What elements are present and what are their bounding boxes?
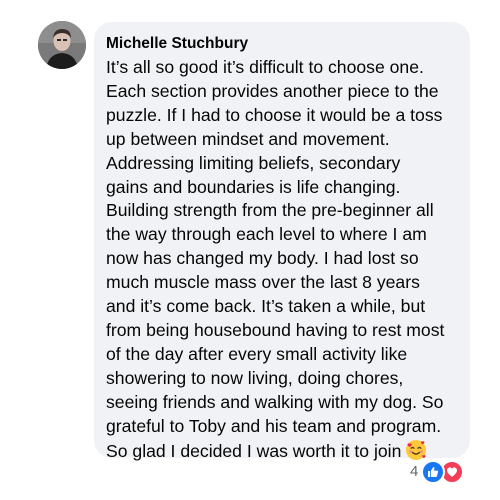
profile-photo [38, 21, 86, 69]
comment-line: much muscle mass over the last 8 years [106, 272, 420, 293]
comment-line-last: So glad I decided I was worth it to join [106, 439, 460, 468]
comment-line: from being housebound having to rest mos… [106, 319, 445, 340]
avatar[interactable] [38, 21, 86, 69]
like-icon [421, 460, 446, 484]
reaction-count[interactable]: 4 [410, 460, 418, 484]
comment-line: and it’s come back. It’s taken a while, … [106, 296, 426, 317]
comment-line: of the day after every small activity li… [106, 343, 408, 364]
comment-line: Addressing limiting beliefs, secondary [106, 152, 401, 173]
comment-line: gains and boundaries is life changing. [106, 176, 401, 197]
comment-line: puzzle. If I had to choose it would be a… [106, 104, 443, 125]
comment-line-text: So glad I decided I was worth it to join [106, 440, 402, 461]
comment-line: It’s all so good it’s difficult to choos… [106, 57, 424, 77]
comment-line: Each section provides another piece to t… [106, 80, 439, 101]
comment-line: Building strength from the pre-beginner … [106, 200, 434, 221]
comment-line: now has changed my body. I had lost so [106, 248, 419, 269]
comment-line: showering to now living, doing chores, [106, 367, 404, 388]
comment-author[interactable]: Michelle Stuchbury [106, 34, 460, 54]
comment-line: the way through each level to where I am [106, 224, 427, 245]
comment-line: up between mindset and movement. [106, 128, 390, 149]
comment-text: It’s all so good it’s difficult to choos… [106, 56, 460, 467]
reactions-summary[interactable]: 4 [410, 460, 465, 484]
comment-line: grateful to Toby and his team and progra… [106, 415, 442, 436]
comment-line: seeing friends and walking with my dog. … [106, 391, 444, 412]
comment-bubble: Michelle Stuchbury It’s all so good it’s… [94, 22, 470, 461]
